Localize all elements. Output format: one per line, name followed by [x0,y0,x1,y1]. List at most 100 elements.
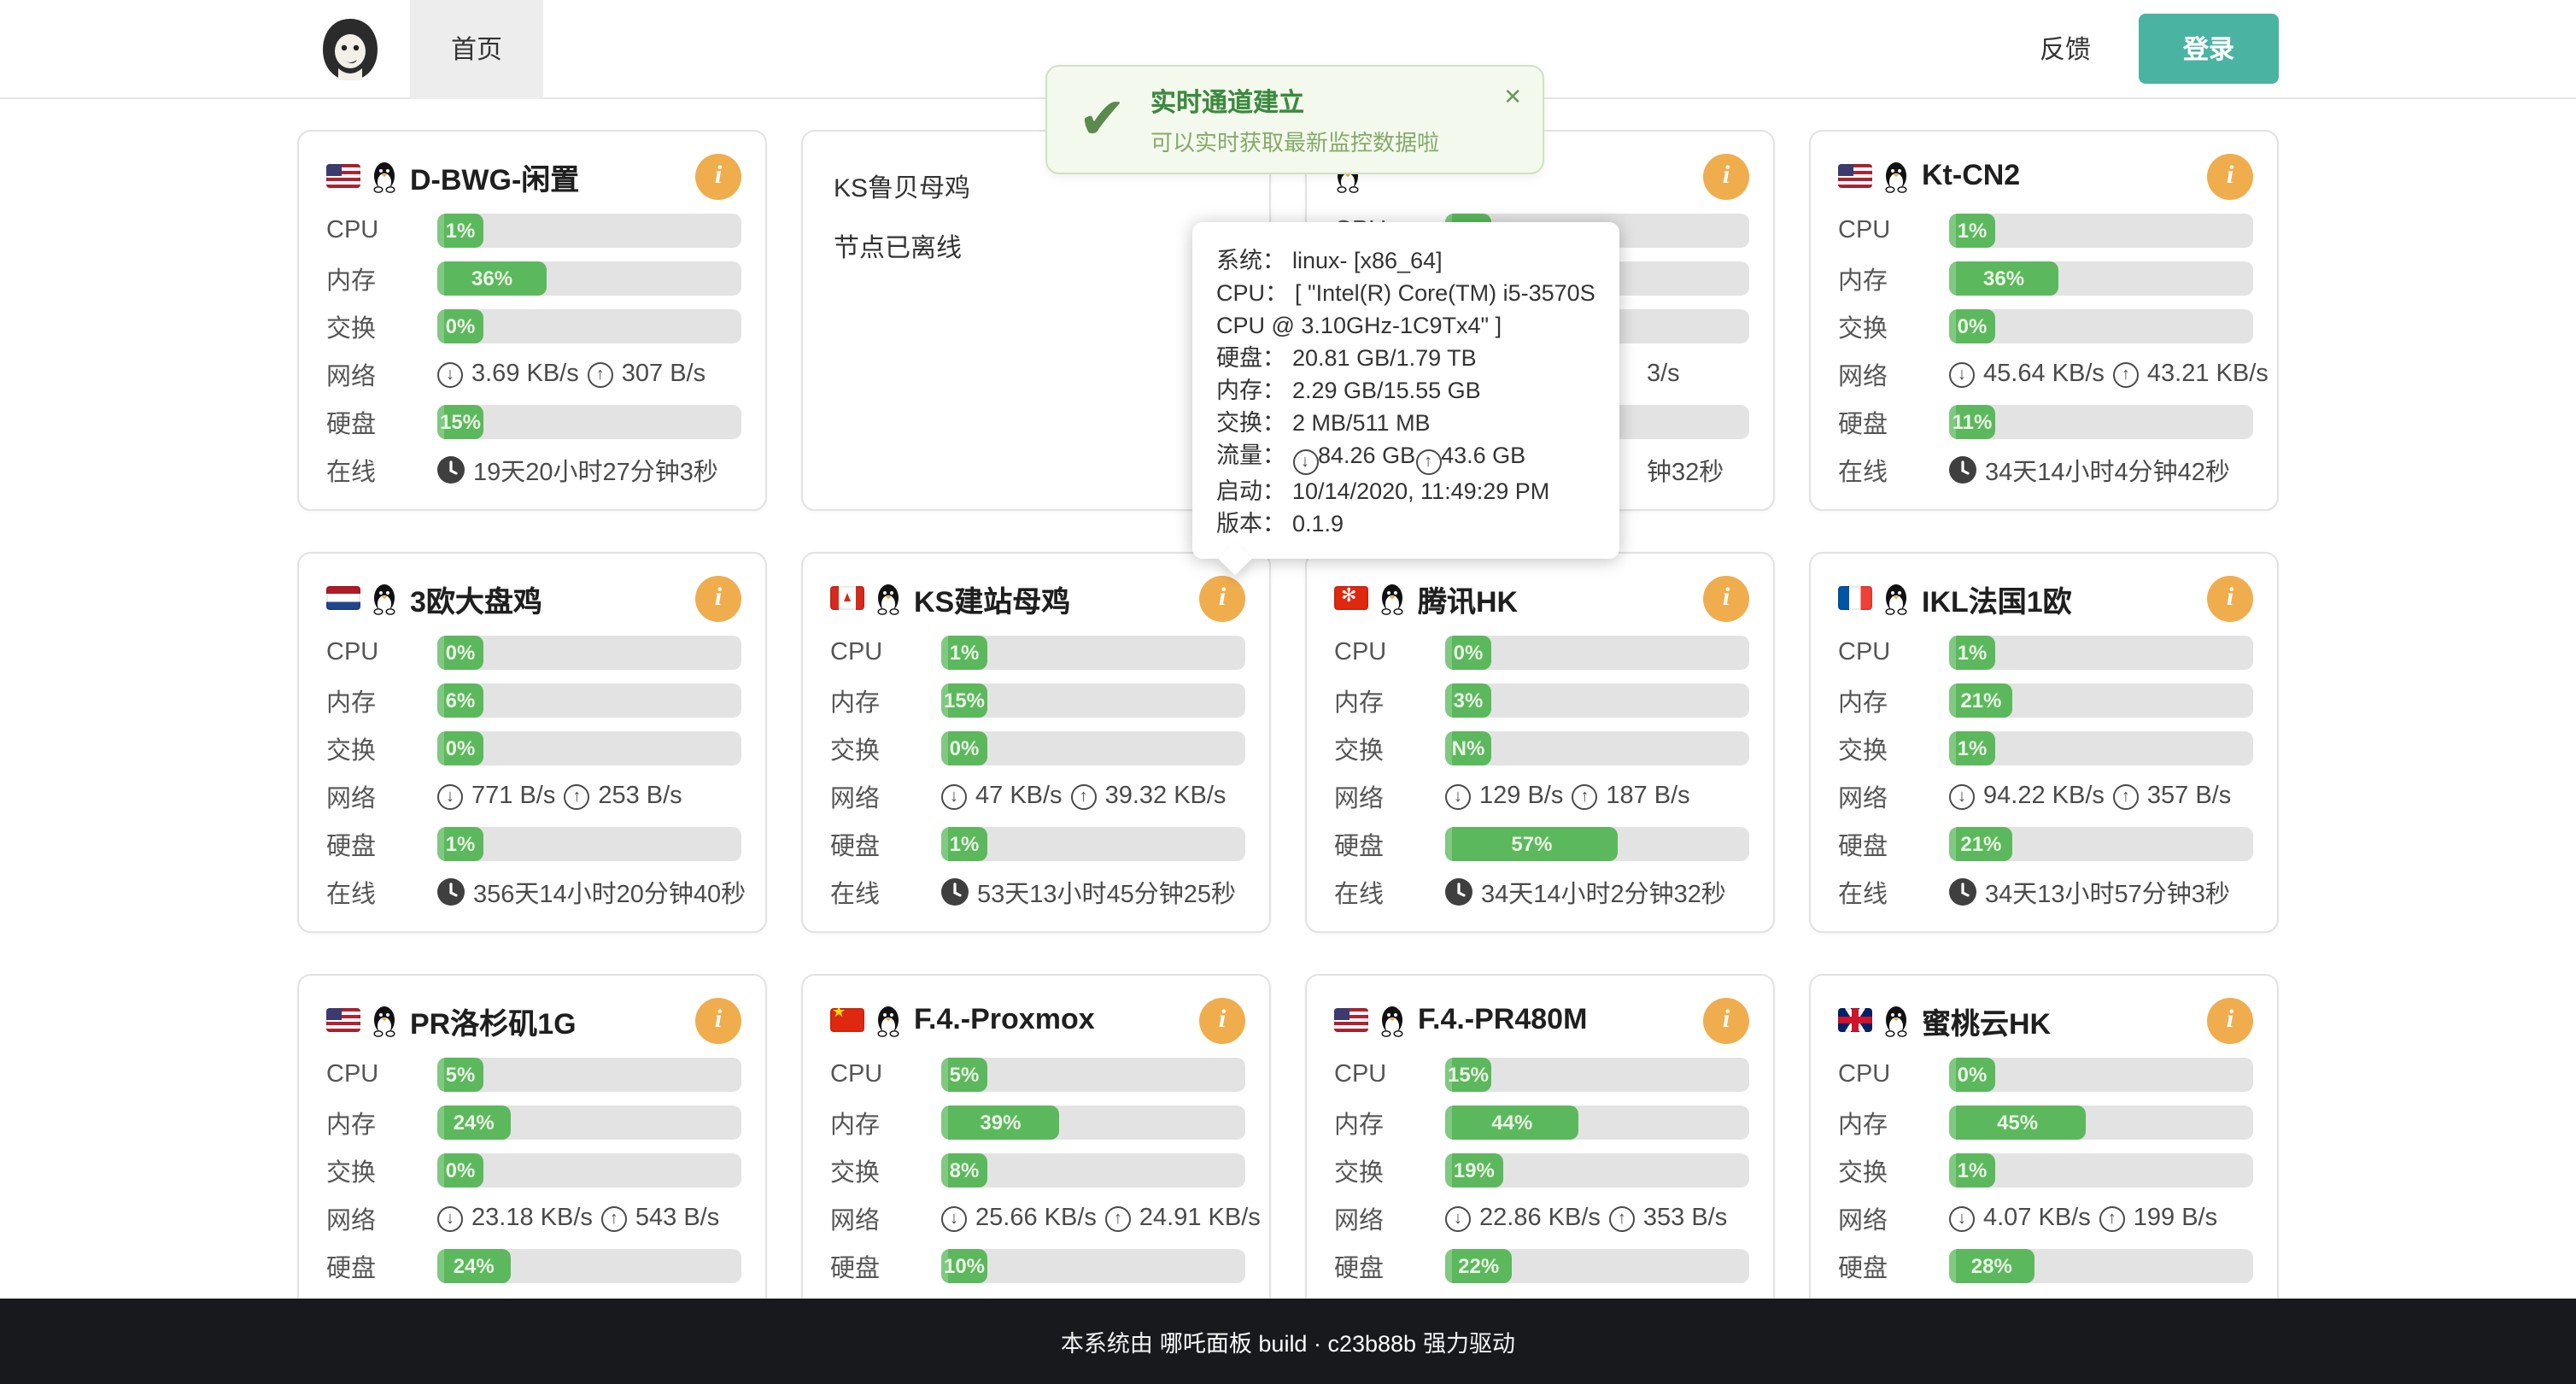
server-name: F.4.-PR480M [1418,1003,1703,1037]
disk-row: 硬盘28% [1838,1249,2253,1283]
swap-bar-fill: 0% [437,309,483,343]
net-down-value: 47 KB/s [975,783,1063,810]
net-row: 网络↓4.07 KB/s↑199 B/s [1838,1201,2253,1235]
tooltip-row: 内存：2.29 GB/15.55 GB [1216,374,1595,407]
mem-bar: 6% [437,683,741,718]
disk-bar-value: 10% [944,1254,985,1278]
online-value: 19天20小时27分钟3秒 [437,452,718,488]
net-value: ↓47 KB/s↑39.32 KB/s [941,783,1226,810]
mem-bar: 39% [941,1105,1245,1140]
disk-row: 硬盘21% [1838,827,2253,861]
login-button[interactable]: 登录 [2139,14,2279,84]
mem-label: 内存 [1838,683,1949,718]
info-icon[interactable]: i [2207,997,2253,1043]
mem-bar: 15% [941,683,1245,718]
tux-linux-icon [1882,582,1910,614]
toast-close-icon[interactable]: ✕ [1503,84,1522,111]
cpu-label: CPU [1334,1061,1445,1088]
swap-label: 交换 [1838,730,1949,766]
disk-row: 硬盘15% [326,405,741,439]
mem-bar-value: 6% [446,689,476,713]
swap-label: 交换 [830,730,941,766]
feedback-link[interactable]: 反馈 [2040,31,2091,67]
info-icon[interactable]: i [1199,575,1245,621]
net-value: ↓25.66 KB/s↑24.91 KB/s [941,1205,1261,1232]
disk-bar-value: 1% [446,832,476,856]
disk-bar: 10% [941,1249,1245,1283]
info-icon[interactable]: i [695,997,741,1043]
info-icon[interactable]: i [1703,997,1749,1043]
info-icon[interactable]: i [2207,575,2253,621]
disk-bar-value: 22% [1458,1254,1499,1278]
online-value: 53天13小时45分钟25秒 [941,874,1236,910]
download-icon: ↓ [437,1205,463,1231]
upload-icon: ↑ [588,361,613,387]
cpu-bar-fill: 1% [1949,214,1995,248]
mem-bar-fill: 6% [437,683,483,718]
tooltip-field-value: 2.29 GB/15.55 GB [1292,378,1481,403]
cpu-bar-value: 1% [446,219,476,243]
nav-tab-home[interactable]: 首页 [410,0,543,98]
tooltip-traffic-up: 43.6 GB [1441,443,1525,468]
info-icon[interactable]: i [695,575,741,621]
net-value: ↓3.69 KB/s↑307 B/s [437,361,705,388]
server-card-header: 3欧大盘鸡i [326,578,741,619]
cpu-bar-value: 1% [1958,641,1988,665]
online-duration: 34天13小时57分钟3秒 [1985,874,2230,910]
cpu-label: CPU [1838,217,1949,244]
tooltip-field-label: 硬盘： [1216,345,1285,371]
net-down-value: 771 B/s [471,783,555,810]
mem-bar: 36% [437,261,741,296]
swap-bar-value: 0% [950,736,980,760]
mem-bar-value: 36% [1983,267,2024,290]
disk-bar-value: 57% [1511,832,1552,856]
net-value: ↓22.86 KB/s↑353 B/s [1445,1205,1727,1232]
disk-label: 硬盘 [1838,1248,1949,1284]
disk-label: 硬盘 [326,826,437,862]
disk-bar: 1% [941,827,1245,861]
info-icon[interactable]: i [1199,997,1245,1043]
server-name: 蜜桃云HK [1922,999,2207,1041]
net-up-value: 253 B/s [598,783,682,810]
online-row: 在线34天14小时4分钟42秒 [1838,453,2253,487]
site-logo-avatar[interactable] [314,13,386,85]
cpu-row: CPU0% [326,636,741,670]
info-icon[interactable]: i [2207,153,2253,199]
disk-bar-fill: 22% [1445,1249,1512,1283]
net-label: 网络 [830,778,941,814]
net-row: 网络↓3.69 KB/s↑307 B/s [326,357,741,391]
online-label: 在线 [326,452,437,488]
cpu-bar-value: 0% [1454,641,1484,665]
tux-linux-icon [371,160,398,192]
server-card: 3欧大盘鸡iCPU0%内存6%交换0%网络↓771 B/s↑253 B/s硬盘1… [297,552,767,933]
disk-row: 硬盘57% [1334,827,1749,861]
online-label: 在线 [1334,874,1445,910]
swap-bar-value: N% [1452,736,1485,760]
mem-row: 内存3% [1334,683,1749,718]
tooltip-row: CPU：[ "Intel(R) Core(TM) i5-3570S CPU @ … [1216,277,1595,342]
disk-label: 硬盘 [326,404,437,440]
mem-row: 内存36% [326,261,741,296]
online-value-fragment: 钟32秒 [1647,452,1724,488]
offline-status-text: 节点已离线 [834,229,1245,265]
mem-bar-value: 15% [944,689,985,713]
mem-bar: 45% [1949,1105,2253,1140]
net-value: ↓129 B/s↑187 B/s [1445,783,1690,810]
flag-nl-icon [326,586,360,610]
online-label: 在线 [1838,452,1949,488]
mem-bar-fill: 36% [437,261,547,296]
net-up-value: 307 B/s [622,361,705,388]
swap-bar-fill: 1% [1949,731,1995,765]
online-value: 356天14小时20分钟40秒 [437,874,746,910]
footer-panel-link[interactable]: 哪吒面板 build · c23b88b [1160,1324,1416,1358]
info-icon[interactable]: i [695,153,741,199]
info-icon[interactable]: i [1703,153,1749,199]
net-up-value: 199 B/s [2134,1205,2217,1232]
cpu-label: CPU [1838,1061,1949,1088]
net-label: 网络 [326,778,437,814]
info-icon[interactable]: i [1703,575,1749,621]
mem-row: 内存21% [1838,683,2253,718]
swap-label: 交换 [1334,1152,1445,1188]
cpu-bar: 0% [1949,1058,2253,1092]
server-card-header: Kt-CN2i [1838,155,2253,196]
